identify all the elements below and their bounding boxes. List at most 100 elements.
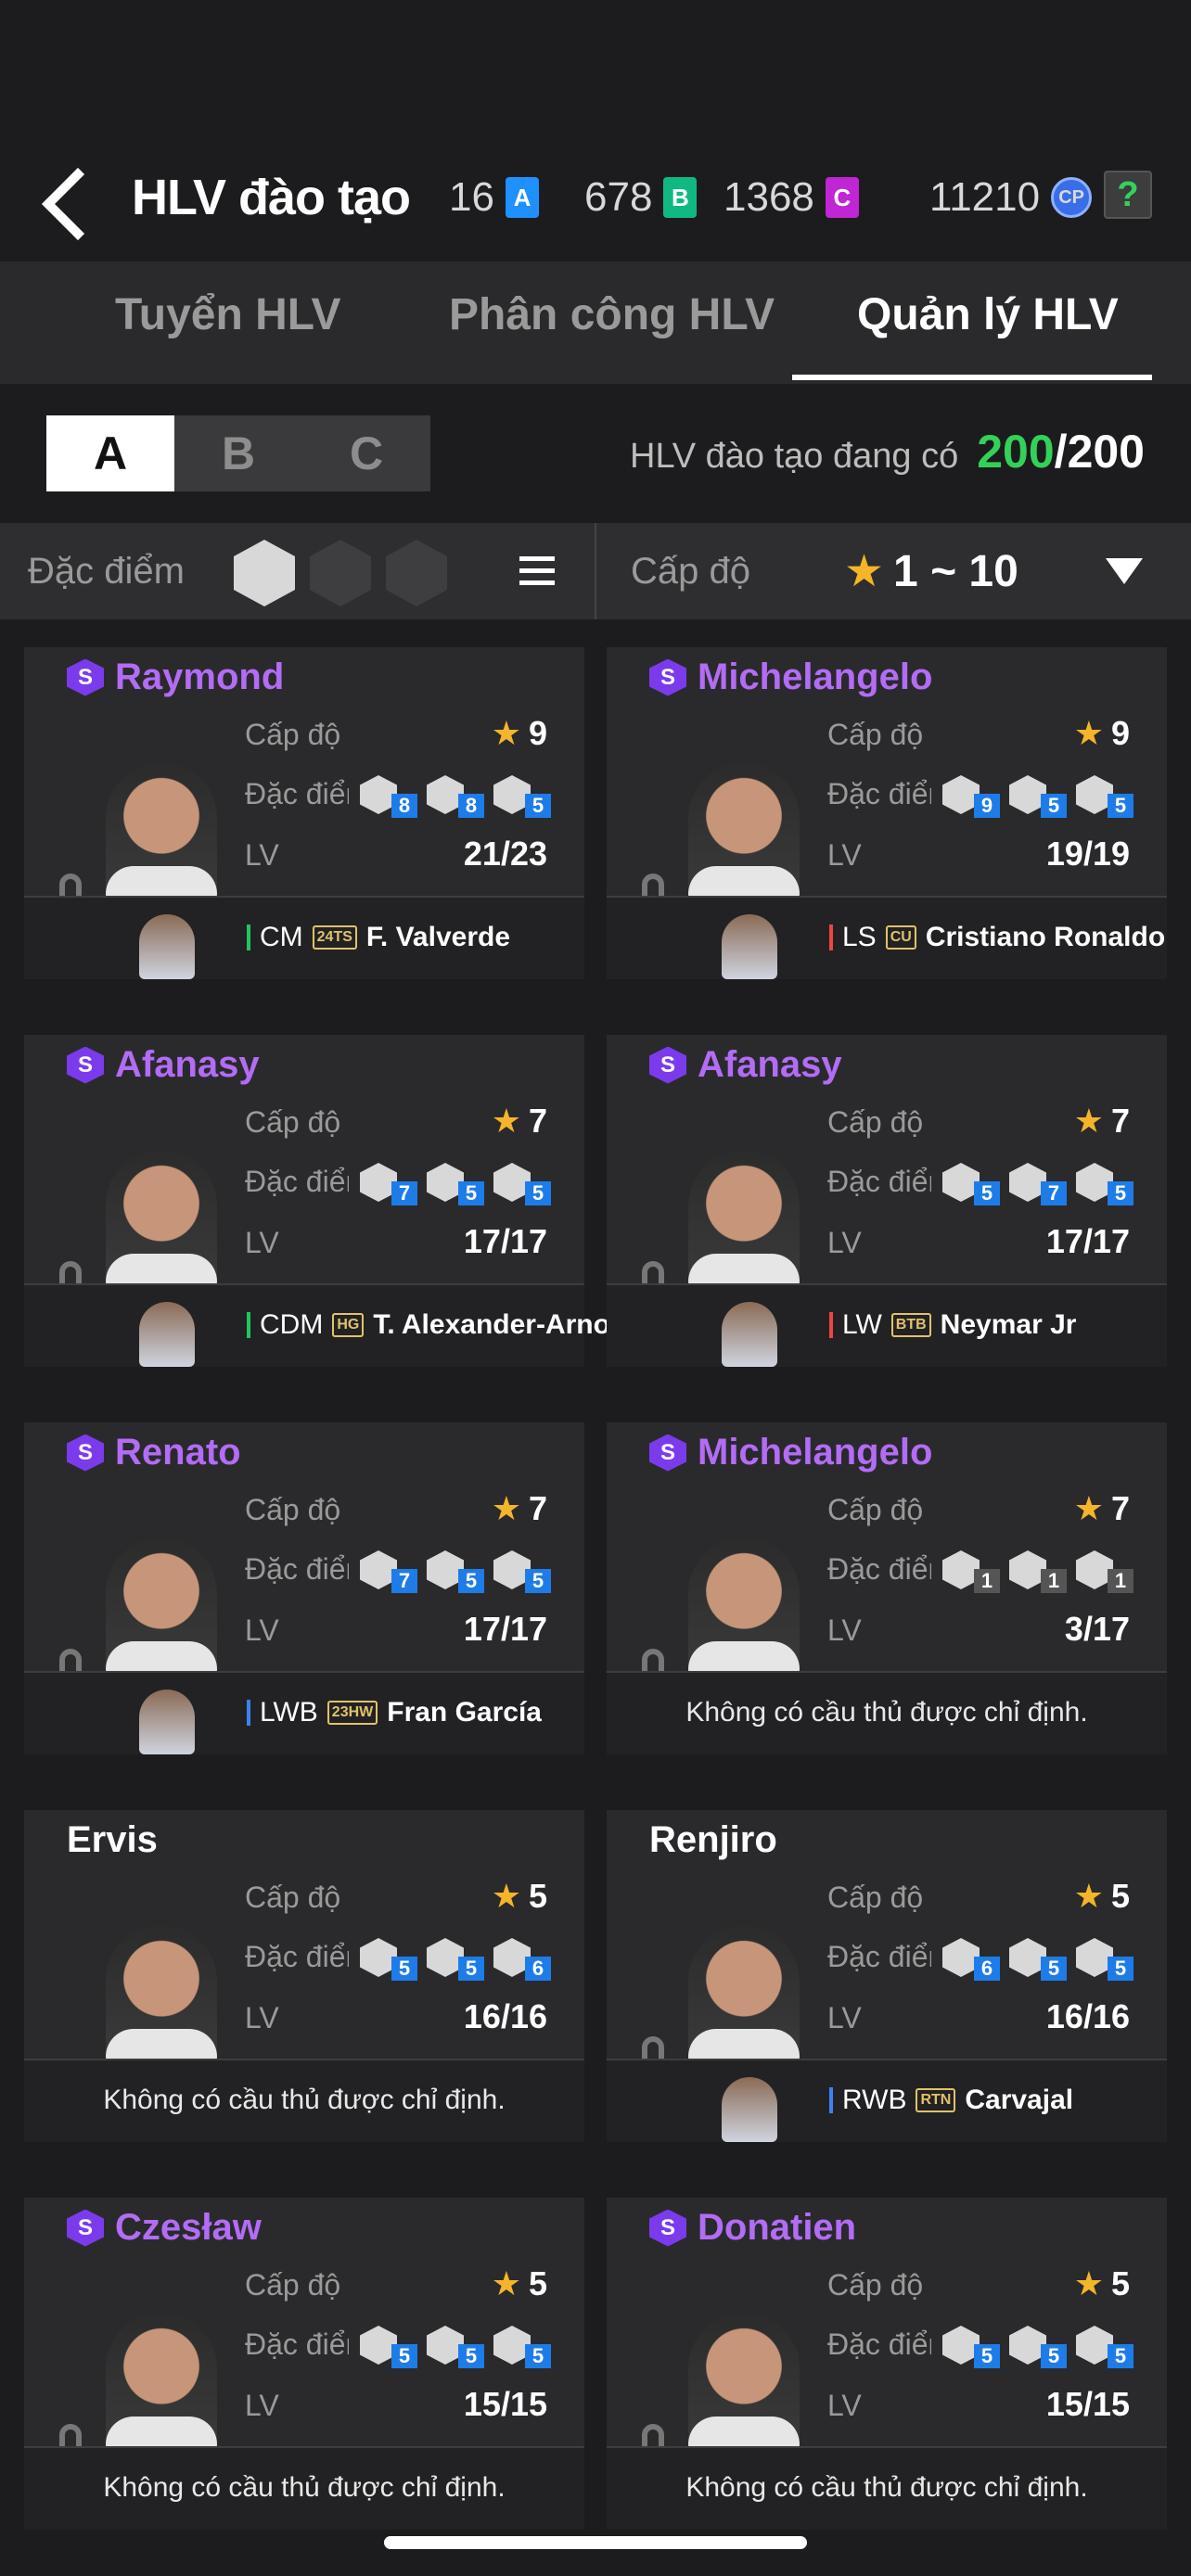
- coach-lv: 17/17: [463, 1222, 547, 1260]
- coach-lv: 15/15: [463, 2385, 547, 2423]
- star-icon: ★: [1073, 714, 1104, 752]
- trait-icon: 7: [360, 1550, 417, 1593]
- coach-card[interactable]: RenjiroCấp độ★5Đặc điểm655LV16/16RWBRTNC…: [607, 1810, 1167, 2142]
- coach-level: ★ 7: [1073, 1102, 1130, 1140]
- menu-icon[interactable]: [519, 556, 555, 593]
- player-position: LW: [842, 1309, 882, 1340]
- trait-icon: 5: [1076, 775, 1133, 818]
- special-badge-icon: S: [67, 658, 104, 696]
- coach-name: S Raymond: [67, 657, 284, 698]
- coach-lv: 16/16: [1045, 1997, 1130, 2035]
- trait-icon: 5: [1009, 1938, 1067, 1981]
- assigned-player[interactable]: LWB 23HW Fran García: [24, 1673, 584, 1754]
- player-avatar: [722, 914, 777, 979]
- lv-label: LV: [245, 838, 279, 872]
- player-position: LWB: [260, 1697, 318, 1728]
- star-icon: ★: [491, 1489, 521, 1527]
- no-player-assigned: Không có cầu thủ được chỉ định.: [24, 2448, 584, 2530]
- traits-label: Đặc điểm: [827, 1552, 931, 1586]
- coach-count-max: /200: [1054, 426, 1145, 478]
- coach-name: S Michelangelo: [649, 657, 932, 698]
- currency-a: 16 A: [449, 174, 539, 221]
- player-name: T. Alexander-Arnold: [373, 1309, 635, 1340]
- tab-recruit[interactable]: Tuyển HLV: [115, 289, 341, 340]
- coach-level: ★ 5: [491, 2264, 547, 2302]
- assigned-player[interactable]: LW BTB Neymar Jr: [607, 1285, 1167, 1367]
- level-label: Cấp độ: [827, 2268, 924, 2302]
- trait-icon: 5: [1076, 1938, 1133, 1981]
- tab-manage[interactable]: Quản lý HLV: [857, 289, 1119, 340]
- coach-card[interactable]: SMichelangeloCấp độ★7Đặc điểm111LV3/17Kh…: [607, 1422, 1167, 1754]
- level-range[interactable]: ★ 1 ~ 10: [844, 545, 1018, 597]
- coach-card[interactable]: ErvisCấp độ★5Đặc điểm556LV16/16Không có …: [24, 1810, 584, 2142]
- coach-lv: 15/15: [1045, 2385, 1130, 2423]
- traits-label: Đặc điểm: [827, 777, 931, 810]
- assigned-player[interactable]: RWB RTN Carvajal: [607, 2060, 1167, 2142]
- coach-lv: 17/17: [463, 1610, 547, 1648]
- active-tab-indicator: [792, 375, 1152, 380]
- help-button[interactable]: ?: [1104, 171, 1152, 219]
- traits-label: Đặc điểm: [245, 1940, 349, 1973]
- season-badge: 24TS: [312, 925, 357, 950]
- player-avatar: [722, 1302, 777, 1367]
- trait-list: 885: [360, 775, 551, 818]
- coach-avatar: [106, 762, 217, 903]
- coach-lv: 19/19: [1045, 835, 1130, 873]
- coach-card[interactable]: SAfanasy Cấp độ ★7 Đặc điểm 575 LV 17/17 LW BTB N…: [607, 1035, 1167, 1367]
- coach-card[interactable]: SRaymondCấp độ★9Đặc điểm885LV21/23CM24TS…: [24, 647, 584, 979]
- traits-label: Đặc điểm: [245, 2327, 349, 2361]
- chevron-down-icon[interactable]: [1106, 558, 1143, 584]
- coach-card[interactable]: SAfanasyCấp độ★7Đặc điểm755LV17/17CDMHGT…: [24, 1035, 635, 1367]
- coach-card[interactable]: SDonatienCấp độ★5Đặc điểm555LV15/15Không…: [607, 2198, 1167, 2530]
- trait-filter-label[interactable]: Đặc điểm c: [28, 551, 193, 593]
- coach-lv: 16/16: [463, 1997, 547, 2035]
- trait-icon: 6: [942, 1938, 1000, 1981]
- traits-label: Đặc điểm: [827, 1165, 931, 1198]
- tab-assign[interactable]: Phân công HLV: [449, 289, 775, 340]
- group-c-button[interactable]: C: [302, 415, 430, 491]
- player-position: CM: [260, 922, 303, 952]
- special-badge-icon: S: [649, 658, 686, 696]
- assigned-player[interactable]: LS CU Cristiano Ronaldo: [607, 898, 1167, 979]
- trait-icon: 1: [1009, 1550, 1067, 1593]
- trait-icon: 9: [942, 775, 1000, 818]
- currency-cp: 11210 CP: [929, 174, 1093, 221]
- season-badge: CU: [885, 925, 916, 950]
- coach-card[interactable]: SCzesławCấp độ★5Đặc điểm555LV15/15Không …: [24, 2198, 584, 2530]
- coach-avatar: [688, 762, 800, 903]
- trait-icon: 5: [942, 1163, 1000, 1205]
- trait-icon: 8: [360, 775, 417, 818]
- coach-lv: 21/23: [463, 835, 547, 873]
- cp-coin-icon: CP: [1051, 177, 1093, 218]
- level-label: Cấp độ: [827, 1105, 924, 1139]
- coach-level: ★ 5: [491, 1877, 547, 1915]
- level-label: Cấp độ: [245, 1105, 341, 1139]
- special-badge-icon: S: [67, 2209, 104, 2247]
- back-icon[interactable]: [37, 167, 93, 241]
- coach-avatar: [106, 1537, 217, 1678]
- star-icon: ★: [1073, 1877, 1104, 1915]
- season-badge: RTN: [916, 2088, 956, 2112]
- coach-card[interactable]: SMichelangeloCấp độ★9Đặc điểm955LV19/19L…: [607, 647, 1167, 979]
- player-avatar: [139, 1690, 195, 1754]
- special-badge-icon: S: [67, 1434, 104, 1472]
- player-name: Cristiano Ronaldo: [925, 922, 1166, 952]
- coach-card[interactable]: SRenatoCấp độ★7Đặc điểm755LV17/17LWB23HW…: [24, 1422, 584, 1754]
- trait-filter-slot-1-icon[interactable]: [234, 540, 295, 606]
- assigned-player[interactable]: CDM HG T. Alexander-Arnold: [24, 1285, 635, 1367]
- coach-level: ★ 5: [1073, 1877, 1130, 1915]
- coach-name: S Donatien: [649, 2207, 856, 2249]
- player-name: Fran García: [387, 1697, 542, 1728]
- no-player-assigned: Không có cầu thủ được chỉ định.: [607, 2448, 1167, 2530]
- trait-filter-slot-3-icon[interactable]: [386, 540, 447, 606]
- group-b-button[interactable]: B: [174, 415, 302, 491]
- assigned-player[interactable]: CM 24TS F. Valverde: [24, 898, 584, 979]
- tab-bar: Tuyển HLV Phân công HLV Quản lý HLV: [0, 261, 1191, 384]
- special-badge-icon: S: [67, 1046, 104, 1084]
- star-icon: ★: [491, 2264, 521, 2302]
- token-b-icon: B: [663, 177, 698, 218]
- trait-filter-slot-2-icon[interactable]: [310, 540, 371, 606]
- trait-list: 555: [360, 2326, 551, 2368]
- currency-c: 1368 C: [724, 174, 859, 221]
- group-a-button[interactable]: A: [46, 415, 174, 491]
